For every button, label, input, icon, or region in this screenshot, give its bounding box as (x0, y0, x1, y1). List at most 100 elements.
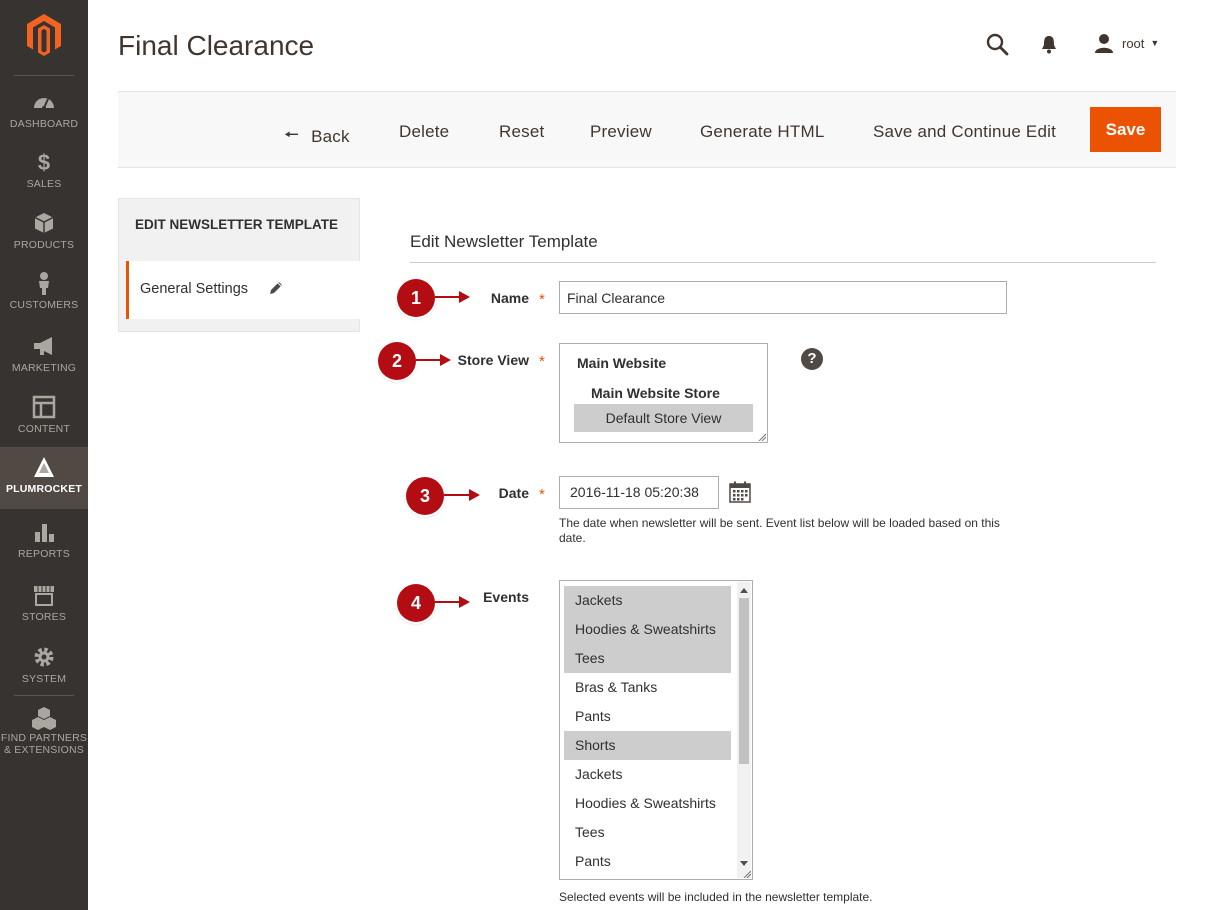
help-icon[interactable]: ? (801, 348, 823, 370)
calendar-icon[interactable] (729, 481, 751, 503)
scroll-thumb[interactable] (739, 598, 749, 764)
tab-general-settings[interactable]: General Settings (126, 261, 360, 319)
dollar-icon: $ (38, 150, 50, 174)
callout-badge: 2 (378, 342, 416, 380)
events-option[interactable]: Hoodies & Sweatshirts (564, 789, 731, 818)
events-option[interactable]: Tees (564, 644, 731, 673)
events-option[interactable]: Tees (564, 818, 731, 847)
section-title: Edit Newsletter Template (410, 232, 598, 251)
nav-marketing[interactable]: MARKETING (0, 334, 88, 396)
store-view-select[interactable]: Main Website Main Website Store Default … (559, 343, 768, 443)
nav-find-partners[interactable]: FIND PARTNERS & EXTENSIONS (0, 706, 88, 764)
nav-stores[interactable]: STORES (0, 583, 88, 645)
user-menu[interactable]: root ▼ (1094, 32, 1159, 54)
nav-label: PRODUCTS (13, 239, 75, 251)
events-option[interactable]: Jackets (564, 760, 731, 789)
resize-handle-icon[interactable] (758, 433, 766, 441)
preview-button[interactable]: Preview (590, 122, 652, 142)
reset-button[interactable]: Reset (499, 122, 544, 142)
callout-badge: 3 (406, 477, 444, 515)
events-option[interactable]: Hoodies & Sweatshirts (564, 615, 731, 644)
nav-dashboard[interactable]: DASHBOARD (0, 90, 88, 152)
nav-system[interactable]: SYSTEM (0, 645, 88, 707)
save-button[interactable]: Save (1090, 107, 1161, 152)
chevron-down-icon: ▼ (1150, 38, 1160, 48)
dashboard-icon (34, 98, 54, 110)
nav-label: CONTENT (17, 423, 71, 435)
plumrocket-icon (34, 457, 54, 477)
tabs-panel: EDIT NEWSLETTER TEMPLATE General Setting… (118, 198, 360, 332)
sidebar-divider (14, 695, 74, 696)
events-option[interactable]: Bras & Tanks (564, 673, 731, 702)
store-icon (34, 586, 54, 606)
user-name: root (1122, 35, 1145, 51)
scroll-down-icon[interactable] (740, 861, 748, 866)
nav-customers[interactable]: CUSTOMERS (0, 271, 88, 333)
box-icon (34, 213, 54, 233)
callout-badge: 4 (397, 584, 435, 622)
page-title: Final Clearance (118, 30, 315, 61)
pencil-icon (270, 282, 282, 294)
nav-label: STORES (21, 611, 67, 623)
callout-arrow (416, 359, 442, 361)
person-icon (39, 272, 49, 295)
layout-icon (32, 395, 56, 419)
search-icon[interactable] (985, 32, 1009, 56)
page-actions-toolbar: 🠔 Back Delete Reset Preview Generate HTM… (118, 91, 1176, 168)
svg-text:$: $ (38, 150, 50, 174)
admin-sidebar: DASHBOARD $ SALES PRODUCTS CUSTOMERS MAR… (0, 0, 88, 910)
nav-label: SALES (26, 178, 62, 190)
nav-label: REPORTS (18, 548, 70, 560)
megaphone-icon (34, 337, 52, 355)
events-option[interactable]: Jackets (564, 586, 731, 615)
date-note: The date when newsletter will be sent. E… (559, 516, 1000, 545)
tabs-title: EDIT NEWSLETTER TEMPLATE (135, 217, 338, 232)
sidebar-divider (14, 75, 74, 76)
events-note: Selected events will be included in the … (559, 890, 873, 904)
nav-label: SYSTEM (21, 673, 67, 685)
nav-plumrocket[interactable]: PLUMROCKET (0, 447, 88, 509)
nav-label: PLUMROCKET (5, 483, 83, 495)
events-multiselect[interactable]: Jackets Hoodies & Sweatshirts Tees Bras … (559, 580, 753, 880)
required-mark: * (539, 353, 545, 370)
events-option[interactable]: Pants (564, 702, 731, 731)
bell-icon[interactable] (1039, 33, 1059, 55)
generate-html-button[interactable]: Generate HTML (700, 122, 824, 142)
nav-label: MARKETING (11, 362, 77, 374)
date-label: Date (498, 485, 529, 501)
events-scrollbar[interactable] (737, 582, 751, 878)
back-button[interactable]: 🠔 Back (284, 122, 350, 151)
nav-sales[interactable]: $ SALES (0, 150, 88, 212)
date-input[interactable]: 2016-11-18 05:20:38 (559, 476, 719, 509)
name-input[interactable] (559, 281, 1007, 314)
user-icon (1095, 34, 1113, 53)
events-label: Events (483, 589, 529, 605)
store-view-option[interactable]: Default Store View (574, 404, 753, 432)
save-and-continue-button[interactable]: Save and Continue Edit (873, 122, 1056, 142)
arrow-left-icon: 🠔 (284, 125, 300, 144)
nav-label: FIND PARTNERS & EXTENSIONS (0, 732, 88, 756)
gear-icon (34, 647, 54, 667)
delete-button[interactable]: Delete (399, 122, 449, 142)
events-option[interactable]: Pants (564, 847, 731, 876)
nav-products[interactable]: PRODUCTS (0, 211, 88, 273)
back-label: Back (311, 126, 350, 146)
store-view-store: Main Website Store (591, 385, 720, 401)
nav-label: DASHBOARD (9, 118, 79, 130)
required-mark: * (539, 291, 545, 308)
nav-label: CUSTOMERS (9, 299, 79, 311)
scroll-up-icon[interactable] (740, 588, 748, 593)
name-label: Name (490, 290, 529, 306)
cubes-icon (32, 707, 56, 730)
store-view-label: Store View (457, 352, 529, 368)
nav-reports[interactable]: REPORTS (0, 520, 88, 582)
bar-chart-icon (35, 524, 54, 542)
section-divider (410, 262, 1156, 263)
events-option[interactable]: Shorts (564, 731, 731, 760)
tab-label: General Settings (140, 281, 249, 297)
callout-badge: 1 (397, 279, 435, 317)
required-mark: * (539, 486, 545, 503)
store-view-website: Main Website (577, 355, 667, 371)
magento-logo-icon[interactable] (24, 12, 64, 56)
resize-handle-icon[interactable] (743, 870, 751, 878)
